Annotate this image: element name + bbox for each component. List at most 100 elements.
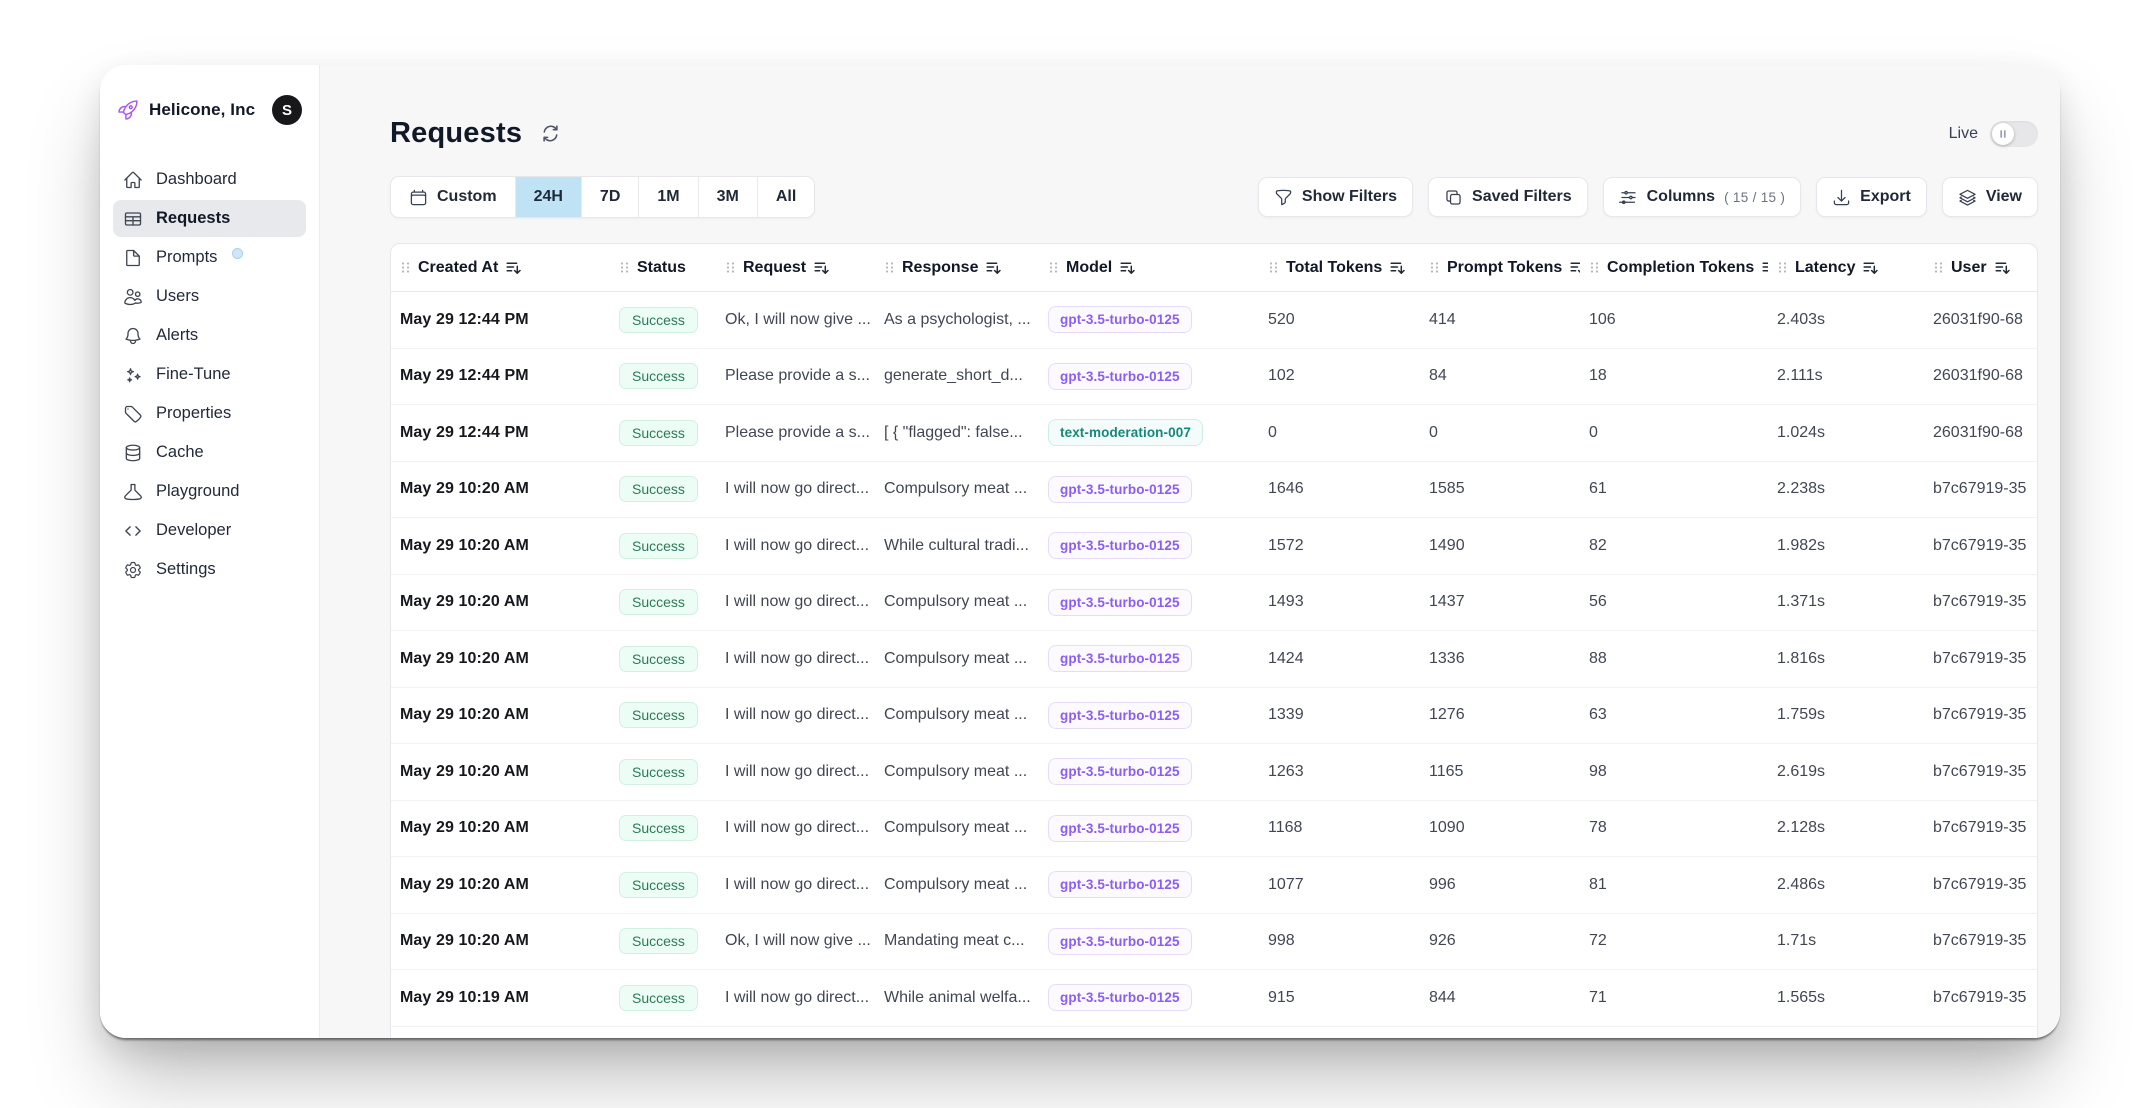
column-header-status[interactable]: Status bbox=[610, 259, 716, 277]
cell-request: I will now go direct... bbox=[716, 593, 875, 611]
status-badge: Success bbox=[619, 363, 698, 389]
user-avatar[interactable]: S bbox=[272, 95, 302, 125]
cell-total-tokens: 1168 bbox=[1259, 819, 1420, 837]
sidebar-item-cache[interactable]: Cache bbox=[113, 434, 306, 471]
columns-button[interactable]: Columns ( 15 / 15 ) bbox=[1603, 177, 1802, 217]
table-row[interactable]: May 29 10:20 AMSuccessI will now go dire… bbox=[391, 857, 2037, 914]
cell-request: I will now go direct... bbox=[716, 876, 875, 894]
sliders-icon bbox=[1619, 188, 1638, 207]
cell-completion-tokens: 72 bbox=[1580, 932, 1768, 950]
sidebar-item-developer[interactable]: Developer bbox=[113, 512, 306, 549]
drag-handle-icon bbox=[725, 260, 736, 275]
time-filter-all[interactable]: All bbox=[757, 177, 814, 217]
time-filter-24h[interactable]: 24H bbox=[515, 177, 581, 217]
model-badge: gpt-3.5-turbo-0125 bbox=[1048, 928, 1192, 955]
column-header-completion-tokens[interactable]: Completion Tokens bbox=[1580, 259, 1768, 277]
drag-handle-icon bbox=[1933, 260, 1944, 275]
cell-latency: 2.486s bbox=[1768, 876, 1924, 894]
cell-status: Success bbox=[610, 476, 716, 502]
sidebar-item-label: Properties bbox=[156, 404, 231, 423]
table-row[interactable]: May 29 10:20 AMSuccessI will now go dire… bbox=[391, 518, 2037, 575]
column-header-created-at[interactable]: Created At bbox=[391, 259, 610, 277]
sidebar-item-settings[interactable]: Settings bbox=[113, 551, 306, 588]
table-row[interactable]: May 29 12:44 PMSuccessPlease provide a s… bbox=[391, 405, 2037, 462]
sidebar-item-dashboard[interactable]: Dashboard bbox=[113, 161, 306, 198]
cell-total-tokens: 1263 bbox=[1259, 763, 1420, 781]
cell-latency: 2.403s bbox=[1768, 311, 1924, 329]
cell-status: Success bbox=[610, 985, 716, 1011]
column-header-label: Response bbox=[902, 259, 978, 277]
saved-filters-button[interactable]: Saved Filters bbox=[1428, 177, 1588, 217]
time-filter-7d[interactable]: 7D bbox=[581, 177, 638, 217]
sidebar-item-fine-tune[interactable]: Fine-Tune bbox=[113, 356, 306, 393]
column-header-label: Latency bbox=[1795, 259, 1855, 277]
cell-request: I will now go direct... bbox=[716, 650, 875, 668]
time-filter-1m[interactable]: 1M bbox=[638, 177, 697, 217]
column-header-total-tokens[interactable]: Total Tokens bbox=[1259, 259, 1420, 277]
table-row[interactable]: May 29 12:44 PMSuccessOk, I will now giv… bbox=[391, 292, 2037, 349]
table-body: May 29 12:44 PMSuccessOk, I will now giv… bbox=[391, 292, 2037, 1027]
cell-latency: 1.759s bbox=[1768, 706, 1924, 724]
sidebar-item-prompts[interactable]: Prompts bbox=[113, 239, 306, 276]
table-row[interactable]: May 29 10:20 AMSuccessI will now go dire… bbox=[391, 462, 2037, 519]
drag-handle-icon bbox=[400, 260, 411, 275]
table-row[interactable]: May 29 10:19 AMSuccessI will now go dire… bbox=[391, 970, 2037, 1027]
cell-total-tokens: 520 bbox=[1259, 311, 1420, 329]
sidebar-item-playground[interactable]: Playground bbox=[113, 473, 306, 510]
column-header-response[interactable]: Response bbox=[875, 259, 1039, 277]
table-row[interactable]: May 29 10:20 AMSuccessI will now go dire… bbox=[391, 744, 2037, 801]
table-row[interactable]: May 29 12:44 PMSuccessPlease provide a s… bbox=[391, 349, 2037, 406]
table-row[interactable]: May 29 10:20 AMSuccessI will now go dire… bbox=[391, 631, 2037, 688]
time-filter-custom[interactable]: Custom bbox=[391, 177, 515, 217]
table-row[interactable]: May 29 10:20 AMSuccessI will now go dire… bbox=[391, 688, 2037, 745]
sort-icon bbox=[1862, 259, 1879, 276]
cell-model: gpt-3.5-turbo-0125 bbox=[1039, 984, 1259, 1011]
status-badge: Success bbox=[619, 702, 698, 728]
drag-handle-icon bbox=[1777, 260, 1788, 275]
column-header-user[interactable]: User bbox=[1924, 259, 2036, 277]
show-filters-button[interactable]: Show Filters bbox=[1258, 177, 1413, 217]
model-badge: gpt-3.5-turbo-0125 bbox=[1048, 758, 1192, 785]
table-row[interactable]: May 29 10:20 AMSuccessI will now go dire… bbox=[391, 575, 2037, 632]
status-badge: Success bbox=[619, 815, 698, 841]
cell-created-at: May 29 10:20 AM bbox=[391, 763, 610, 781]
sidebar-nav: Dashboard Requests Prompts Users Alerts bbox=[113, 161, 306, 588]
sidebar-item-requests[interactable]: Requests bbox=[113, 200, 306, 237]
column-header-latency[interactable]: Latency bbox=[1768, 259, 1924, 277]
live-toggle[interactable] bbox=[1990, 121, 2038, 147]
status-badge: Success bbox=[619, 307, 698, 333]
sort-icon bbox=[985, 259, 1002, 276]
export-button[interactable]: Export bbox=[1816, 177, 1927, 217]
column-header-prompt-tokens[interactable]: Prompt Tokens bbox=[1420, 259, 1580, 277]
cell-model: gpt-3.5-turbo-0125 bbox=[1039, 589, 1259, 616]
time-filter-3m[interactable]: 3M bbox=[698, 177, 757, 217]
drag-handle-icon bbox=[1048, 260, 1059, 275]
org-switcher[interactable]: Helicone, Inc S bbox=[113, 65, 306, 139]
column-header-label: Model bbox=[1066, 259, 1112, 277]
cell-created-at: May 29 10:20 AM bbox=[391, 537, 610, 555]
sidebar-item-users[interactable]: Users bbox=[113, 278, 306, 315]
cell-response: Compulsory meat ... bbox=[875, 876, 1039, 894]
cell-user: b7c67919-35 bbox=[1924, 593, 2036, 611]
view-button[interactable]: View bbox=[1942, 177, 2038, 217]
cell-latency: 1.71s bbox=[1768, 932, 1924, 950]
cell-latency: 2.619s bbox=[1768, 763, 1924, 781]
cell-completion-tokens: 61 bbox=[1580, 480, 1768, 498]
column-header-model[interactable]: Model bbox=[1039, 259, 1259, 277]
column-header-label: User bbox=[1951, 259, 1987, 277]
sidebar-item-label: Requests bbox=[156, 209, 230, 228]
cell-user: 26031f90-68 bbox=[1924, 424, 2036, 442]
column-header-request[interactable]: Request bbox=[716, 259, 875, 277]
cell-latency: 2.238s bbox=[1768, 480, 1924, 498]
sidebar-item-alerts[interactable]: Alerts bbox=[113, 317, 306, 354]
sidebar-item-properties[interactable]: Properties bbox=[113, 395, 306, 432]
table-row[interactable]: May 29 10:20 AMSuccessI will now go dire… bbox=[391, 801, 2037, 858]
time-filter-group: Custom 24H 7D 1M 3M All bbox=[390, 176, 815, 218]
refresh-button[interactable] bbox=[540, 123, 561, 144]
table-row[interactable]: May 29 10:20 AMSuccessOk, I will now giv… bbox=[391, 914, 2037, 971]
cell-status: Success bbox=[610, 759, 716, 785]
gear-icon bbox=[123, 560, 143, 580]
sparkles-icon bbox=[123, 365, 143, 385]
sidebar-item-label: Playground bbox=[156, 482, 239, 501]
cell-response: While animal welfa... bbox=[875, 989, 1039, 1007]
